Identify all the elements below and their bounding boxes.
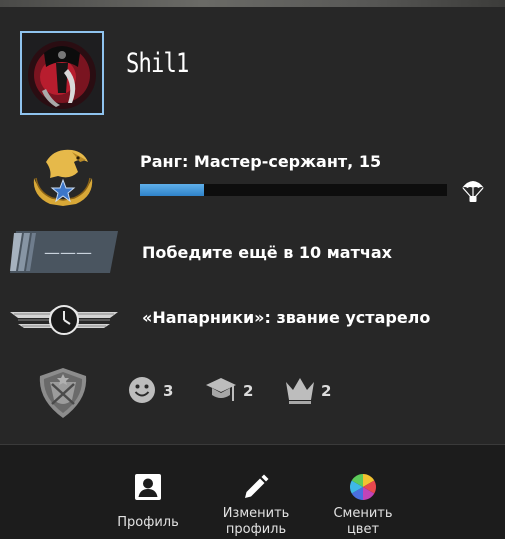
- stripe-badge-icon: ———: [10, 231, 118, 273]
- edit-profile-button[interactable]: Изменить профиль: [206, 445, 306, 539]
- person-card-icon: [135, 474, 161, 500]
- eagle-star-icon: [33, 149, 93, 206]
- clock-wings-icon: [10, 305, 118, 335]
- rank-progress-bar: [140, 184, 447, 196]
- friendly-commendation: 3: [127, 374, 177, 408]
- teacher-count: 2: [243, 382, 254, 400]
- shield-emblem-icon: [39, 368, 87, 418]
- username: Shil1: [126, 48, 189, 79]
- wins-needed-text: Победите ещё в 10 матчах: [142, 243, 392, 262]
- top-background-strip: [0, 0, 505, 7]
- change-color-button[interactable]: Сменить цвет: [313, 445, 413, 539]
- wins-badge-text: ———: [44, 243, 92, 262]
- graduation-cap-icon: [206, 378, 236, 401]
- leader-commendation: 2: [284, 374, 334, 408]
- wingman-rank-text: «Напарники»: звание устарело: [142, 308, 431, 327]
- pencil-icon: [245, 474, 269, 498]
- avatar-image: [22, 33, 102, 113]
- change-color-label: Сменить цвет: [333, 506, 393, 537]
- profile-button[interactable]: Профиль: [98, 445, 198, 539]
- crown-icon: [286, 378, 314, 404]
- color-wheel-icon: [349, 474, 377, 500]
- avatar[interactable]: [20, 31, 104, 115]
- friendly-count: 3: [163, 382, 174, 400]
- parachute-icon[interactable]: [460, 176, 486, 204]
- edit-profile-label: Изменить профиль: [222, 506, 290, 537]
- profile-button-label: Профиль: [117, 515, 179, 530]
- rank-text: Ранг: Мастер-сержант, 15: [140, 152, 382, 171]
- smiley-icon: [129, 377, 155, 403]
- rank-progress-fill: [140, 184, 204, 196]
- teacher-commendation: 2: [205, 374, 255, 408]
- leader-count: 2: [321, 382, 332, 400]
- profile-actions-bar: Профиль Изменить профиль Сменить цвет: [0, 444, 505, 539]
